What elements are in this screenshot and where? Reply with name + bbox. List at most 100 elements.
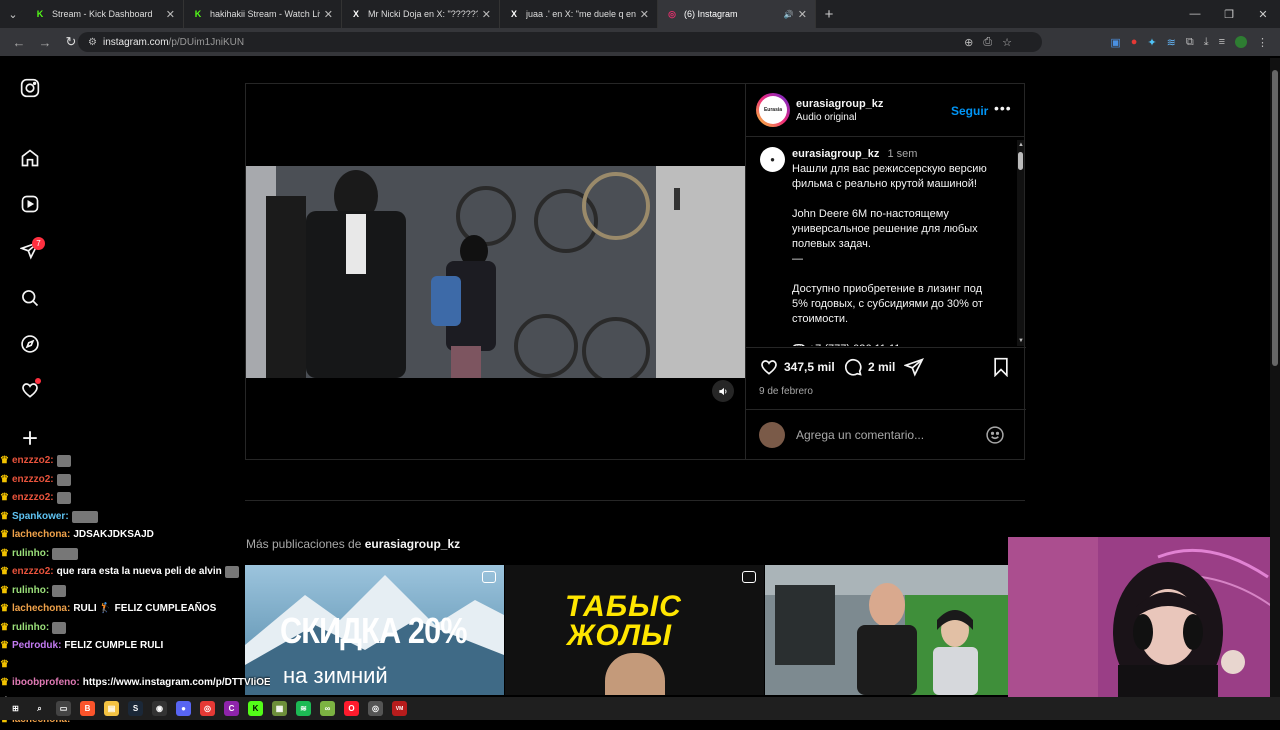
reels-icon[interactable] [18, 192, 42, 216]
like-button[interactable]: 347,5 mil [759, 357, 835, 377]
browser-tab[interactable]: Xjuaa .' en X: "me duele q en nin ✕ [500, 0, 658, 28]
comment-composer: Agrega un comentario... [746, 409, 1026, 459]
chat-username[interactable]: enzzzo2: [12, 452, 54, 471]
browser-tab[interactable]: Khakihakii Stream - Watch Live o ✕ [184, 0, 342, 28]
chat-username[interactable]: enzzzo2: [12, 563, 54, 582]
restore-icon[interactable]: ❐ [1212, 0, 1246, 28]
steam-icon[interactable]: S [128, 701, 143, 716]
page-scroll-thumb[interactable] [1272, 70, 1278, 366]
notifications-heart-icon[interactable] [18, 378, 42, 402]
close-tab-icon[interactable]: ✕ [324, 8, 333, 21]
chat-username[interactable]: enzzzo2: [12, 471, 54, 490]
browser-tab[interactable]: ◎ (6) Instagram 🔊 ✕ [658, 0, 816, 28]
avatar[interactable]: Eurasia [759, 96, 787, 124]
close-tab-icon[interactable]: ✕ [482, 8, 491, 21]
caption-avatar[interactable]: ● [760, 147, 785, 172]
forward-icon[interactable]: → [32, 35, 58, 50]
minecraft-icon[interactable]: ▦ [272, 701, 287, 716]
chat-username[interactable]: Pedroduk: [12, 637, 61, 656]
opera-icon[interactable]: O [344, 701, 359, 716]
home-icon[interactable] [18, 146, 42, 170]
profile-avatar[interactable] [1235, 36, 1247, 48]
extension-icon[interactable]: ● [1131, 36, 1138, 48]
extension-icon[interactable]: ▣ [1110, 36, 1120, 49]
post-author-username[interactable]: eurasiagroup_kz [796, 98, 883, 110]
browser-menu-icon[interactable]: ⋮ [1257, 36, 1268, 49]
chat-username[interactable]: rulinho: [12, 545, 49, 564]
chat-username[interactable]: Spankower: [12, 508, 69, 527]
explore-icon[interactable] [18, 332, 42, 356]
close-tab-icon[interactable]: ✕ [166, 8, 175, 21]
file-explorer-icon[interactable]: ▤ [104, 701, 119, 716]
search-icon[interactable] [18, 286, 42, 310]
follow-button[interactable]: Seguir [951, 104, 988, 118]
mute-toggle-icon[interactable] [712, 380, 734, 402]
comment-button[interactable]: 2 mil [843, 357, 895, 377]
more-post-thumbnail[interactable]: ТАБЫС ЖОЛЫ [505, 565, 764, 695]
taskbar-app-icon[interactable]: C [224, 701, 239, 716]
taskbar-search-icon[interactable]: ⌕ [32, 701, 47, 716]
emoji-icon[interactable] [985, 425, 1005, 450]
instagram-logo-icon[interactable] [18, 76, 42, 100]
taskbar-app-icon[interactable]: ▭ [56, 701, 71, 716]
save-bookmark-icon[interactable] [992, 357, 1010, 377]
kick-icon[interactable]: K [248, 701, 263, 716]
scroll-down-icon[interactable]: ▼ [1018, 338, 1024, 344]
chat-message: ♛ enzzzo2: [0, 471, 270, 490]
caption-username[interactable]: eurasiagroup_kz [792, 148, 879, 160]
chat-username[interactable]: iboobprofeno: [12, 674, 80, 693]
spotify-icon[interactable]: ≋ [296, 701, 311, 716]
chat-message: ♛ rulinho: [0, 619, 270, 638]
comment-input[interactable]: Agrega un comentario... [796, 428, 924, 442]
site-info-icon[interactable]: ⚙ [88, 37, 97, 48]
more-post-thumbnail[interactable] [765, 565, 1008, 695]
browser-tab[interactable]: X Mr Nicki Doja en X: "?????? ✕ [342, 0, 500, 28]
start-windows-icon[interactable]: ⊞ [8, 701, 23, 716]
more-options-icon[interactable]: ••• [994, 100, 1012, 116]
page-scrollbar[interactable] [1270, 58, 1280, 697]
install-icon[interactable]: ⎙ [983, 36, 992, 49]
taskbar-app-icon[interactable]: ∞ [320, 701, 335, 716]
comment-icon [844, 358, 862, 376]
chat-username[interactable]: rulinho: [12, 619, 49, 638]
taskbar-app-icon[interactable]: ● [176, 701, 191, 716]
caption-scroll-thumb[interactable] [1018, 152, 1023, 170]
close-window-icon[interactable]: ✕ [1246, 0, 1280, 28]
new-tab-button[interactable]: + [816, 6, 842, 23]
chrome-icon[interactable]: ◎ [200, 701, 215, 716]
chat-username[interactable]: lachechona: [12, 600, 70, 619]
close-tab-icon[interactable]: ✕ [640, 8, 649, 21]
browser-tab[interactable]: K Stream - Kick Dashboard ✕ [26, 0, 184, 28]
chat-username[interactable]: rulinho: [12, 582, 49, 601]
caption-scrollbar[interactable]: ▲ ▼ [1017, 140, 1024, 346]
zoom-icon[interactable]: ⊕ [964, 36, 973, 49]
create-plus-icon[interactable] [18, 426, 42, 450]
more-posts-title: Más publicaciones de eurasiagroup_kz [246, 537, 460, 551]
extensions-puzzle-icon[interactable]: ⧉ [1186, 36, 1194, 49]
download-icon[interactable]: ⤓ [1204, 36, 1209, 49]
close-tab-icon[interactable]: ✕ [798, 8, 807, 21]
scroll-up-icon[interactable]: ▲ [1018, 142, 1024, 148]
video-player[interactable] [246, 84, 745, 459]
audio-label[interactable]: Audio original [796, 112, 883, 123]
share-icon[interactable] [904, 357, 924, 377]
tab-search-chevron-icon[interactable]: ⌄ [0, 0, 26, 28]
address-bar[interactable]: ⚙ instagram.com/p/DUim1JniKUN ⊕ ⎙ ☆ [78, 32, 1042, 52]
bookmark-star-icon[interactable]: ☆ [1002, 36, 1012, 49]
chat-username[interactable]: enzzzo2: [12, 489, 54, 508]
obs-icon[interactable]: ◉ [152, 701, 167, 716]
minimize-icon[interactable]: — [1178, 0, 1212, 28]
more-posts-username[interactable]: eurasiagroup_kz [365, 537, 460, 551]
extension-icon[interactable]: ≋ [1167, 36, 1176, 49]
chrome-active-icon[interactable]: ◎ [368, 701, 383, 716]
more-post-thumbnail[interactable]: СКИДКА 20% на зимний [245, 565, 504, 695]
reading-list-icon[interactable]: ≡ [1219, 36, 1225, 48]
tab-audio-icon[interactable]: 🔊 [784, 10, 794, 19]
crown-badge-icon: ♛ [0, 640, 9, 651]
crown-badge-icon: ♛ [0, 603, 9, 614]
extension-icon[interactable]: ✦ [1147, 36, 1156, 49]
brave-browser-icon[interactable]: B [80, 701, 95, 716]
back-icon[interactable]: ← [6, 35, 32, 50]
voicemeeter-icon[interactable]: VM [392, 701, 407, 716]
chat-username[interactable]: lachechona: [12, 526, 70, 545]
